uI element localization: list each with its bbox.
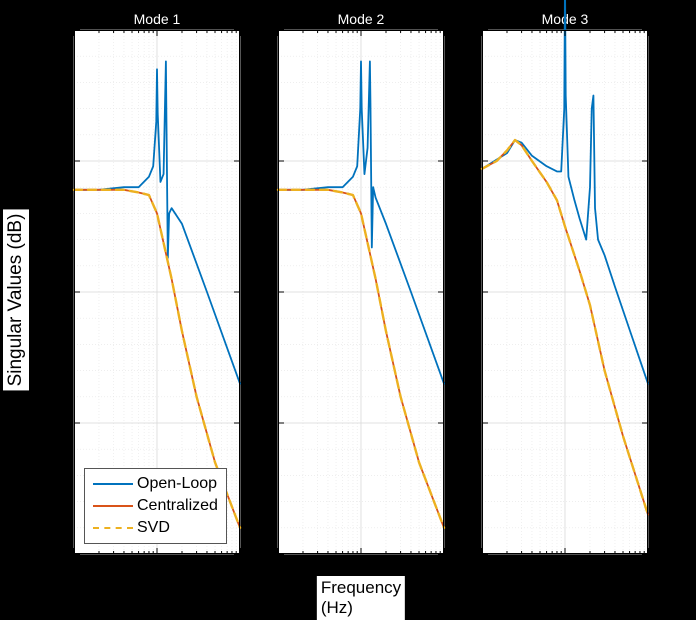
y-tick: 0: [28, 154, 74, 169]
x-tick: 10-1: [266, 554, 290, 575]
x-tick: 10-1: [470, 554, 494, 575]
legend-entry: Centralized: [93, 495, 218, 517]
y-tick: -100: [28, 416, 74, 431]
legend-entry: SVD: [93, 517, 218, 539]
legend-entry: Open-Loop: [93, 473, 218, 495]
legend-label: Centralized: [137, 497, 218, 515]
x-tick: 100: [147, 554, 168, 575]
chart-svg-3: [482, 30, 648, 554]
x-tick: 100: [351, 554, 372, 575]
x-axis-label: Frequency (Hz): [317, 576, 405, 620]
legend-label: SVD: [137, 519, 170, 537]
chart-panel-2: Mode 2 10-1 100 101 Frequency (Hz): [278, 30, 444, 554]
chart-svg-2: [278, 30, 444, 554]
x-tick: 10-1: [62, 554, 86, 575]
x-tick: 101: [434, 554, 455, 575]
x-tick: 101: [638, 554, 659, 575]
y-tick: -50: [28, 285, 74, 300]
chart-panel-3: Mode 3 10-1 100 101: [482, 30, 648, 554]
y-axis-label: Singular Values (dB): [3, 210, 29, 391]
chart-title-2: Mode 2: [338, 11, 385, 30]
chart-panel-1: Mode 1 50 0 -50 -100 -150 10-1 100 101 O…: [74, 30, 240, 554]
figure: Singular Values (dB) Mode 1 50 0 -50 -10…: [0, 0, 696, 615]
x-tick: 100: [555, 554, 576, 575]
legend-label: Open-Loop: [137, 475, 217, 493]
legend: Open-Loop Centralized SVD: [84, 468, 227, 544]
y-tick: 50: [28, 23, 74, 38]
chart-title-1: Mode 1: [134, 11, 181, 30]
x-tick: 101: [230, 554, 251, 575]
